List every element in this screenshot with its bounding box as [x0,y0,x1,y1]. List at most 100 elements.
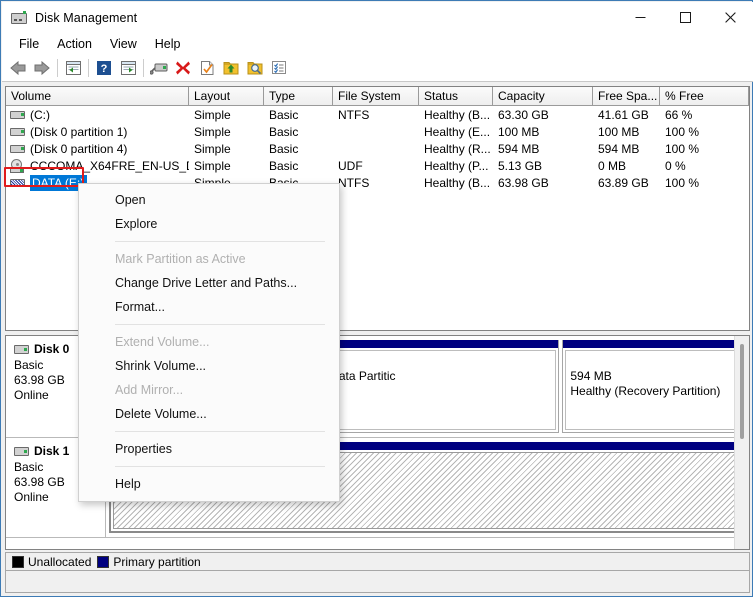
menu-item-properties[interactable]: Properties [79,437,339,461]
cell-percent-free: 0 % [660,159,749,173]
legend-label: Unallocated [28,555,91,569]
cell-layout: Simple [189,108,264,122]
table-row[interactable]: (Disk 0 partition 4)SimpleBasicHealthy (… [6,140,749,157]
export-list-icon[interactable] [219,56,243,80]
maximize-button[interactable] [663,2,708,33]
search-icon[interactable] [243,56,267,80]
menu-separator [115,241,325,242]
menu-item-open[interactable]: Open [79,188,339,212]
cell-status: Healthy (E... [419,125,493,139]
cell-volume: (Disk 0 partition 1) [6,125,189,139]
disk-management-window: Disk Management File Action View Help [0,0,753,597]
cell-percent-free: 100 % [660,125,749,139]
menu-item-add-mirror: Add Mirror... [79,378,339,402]
forward-icon[interactable] [30,56,54,80]
cell-file-system: NTFS [333,176,419,190]
column-header--free[interactable]: % Free [660,87,749,105]
column-header-layout[interactable]: Layout [189,87,264,105]
scrollbar-thumb[interactable] [740,344,744,439]
column-header-file-system[interactable]: File System [333,87,419,105]
cell-layout: Simple [189,125,264,139]
column-header-volume[interactable]: Volume [6,87,189,105]
close-button[interactable] [708,2,753,33]
menu-item-format[interactable]: Format... [79,295,339,319]
cell-free-space: 594 MB [593,142,660,156]
disk-icon [14,447,29,456]
volume-context-menu[interactable]: OpenExploreMark Partition as ActiveChang… [78,183,340,502]
disk-panel-scrollbar[interactable] [734,336,749,549]
delete-icon[interactable] [171,56,195,80]
view-list-icon[interactable] [267,56,291,80]
toolbar-separator [143,59,144,77]
cell-percent-free: 66 % [660,108,749,122]
cell-free-space: 100 MB [593,125,660,139]
cell-file-system: UDF [333,159,419,173]
menu-help[interactable]: Help [146,35,190,53]
partition-details: 594 MBHealthy (Recovery Partition) [565,350,743,430]
cell-status: Healthy (R... [419,142,493,156]
legend-swatch [97,556,109,568]
menu-separator [115,431,325,432]
volume-list-header: VolumeLayoutTypeFile SystemStatusCapacit… [6,87,749,106]
menu-item-help[interactable]: Help [79,472,339,496]
window-title: Disk Management [35,11,137,25]
cell-type: Basic [264,125,333,139]
properties-icon[interactable] [195,56,219,80]
column-header-capacity[interactable]: Capacity [493,87,593,105]
menu-separator [115,324,325,325]
cell-percent-free: 100 % [660,142,749,156]
disk-name: Disk 1 [34,444,69,458]
partition-capacity-bar [563,340,745,348]
cell-volume: (Disk 0 partition 4) [6,142,189,156]
back-icon[interactable] [6,56,30,80]
column-header-status[interactable]: Status [419,87,493,105]
menu-item-delete-volume[interactable]: Delete Volume... [79,402,339,426]
cell-type: Basic [264,159,333,173]
cell-capacity: 63.98 GB [493,176,593,190]
cell-capacity: 63.30 GB [493,108,593,122]
table-row[interactable]: (Disk 0 partition 1) SimpleBasic Healthy (… [6,123,749,140]
legend-label: Primary partition [113,555,200,569]
menu-item-extend-volume: Extend Volume... [79,330,339,354]
volume-name: (Disk 0 partition 4) [30,142,127,156]
cell-capacity: 100 MB [493,125,593,139]
hard-disk-icon [10,108,26,122]
table-row[interactable]: (C:)SimpleBasicNTFSHealthy (B...63.30 GB… [6,106,749,123]
cell-free-space: 41.61 GB [593,108,660,122]
cell-capacity: 594 MB [493,142,593,156]
menu-item-explore[interactable]: Explore [79,212,339,236]
hatched-disk-icon [10,176,26,190]
toolbar: ? [2,54,753,82]
volume-name: (Disk 0 partition 1) [30,125,127,139]
menu-item-change-drive-letter-and-paths[interactable]: Change Drive Letter and Paths... [79,271,339,295]
cell-status: Healthy (B... [419,176,493,190]
cd-drive-icon [10,159,26,173]
disk-icon [14,345,29,354]
volume-name: CCCOMA_X64FRE_EN-US_D... [30,159,189,173]
disk-drive-icon [11,10,27,26]
table-row[interactable]: CCCOMA_X64FRE_EN-US_D...SimpleBasicUDFHe… [6,157,749,174]
partition-legend: Unallocated Primary partition [5,552,750,571]
column-header-free-spa[interactable]: Free Spa... [593,87,660,105]
menu-action[interactable]: Action [48,35,101,53]
menu-item-shrink-volume[interactable]: Shrink Volume... [79,354,339,378]
cell-layout: Simple [189,159,264,173]
disk-name: Disk 0 [34,342,69,356]
volume-list-body[interactable]: (C:)SimpleBasicNTFSHealthy (B...63.30 GB… [6,106,749,191]
cell-type: Basic [264,108,333,122]
menu-file[interactable]: File [10,35,48,53]
cell-capacity: 5.13 GB [493,159,593,173]
minimize-button[interactable] [618,2,663,33]
menu-view[interactable]: View [101,35,146,53]
show-hide-console-tree-icon[interactable] [61,56,85,80]
partition-block[interactable]: 594 MBHealthy (Recovery Partition) [562,340,746,433]
help-icon[interactable]: ? [92,56,116,80]
partition-size: 594 MB [570,369,738,384]
menu-separator [115,466,325,467]
column-header-type[interactable]: Type [264,87,333,105]
legend-swatch [12,556,24,568]
hard-disk-icon [10,125,26,139]
cell-volume: CCCOMA_X64FRE_EN-US_D... [6,159,189,173]
rescan-disks-icon[interactable] [147,56,171,80]
show-hide-action-pane-icon[interactable] [116,56,140,80]
